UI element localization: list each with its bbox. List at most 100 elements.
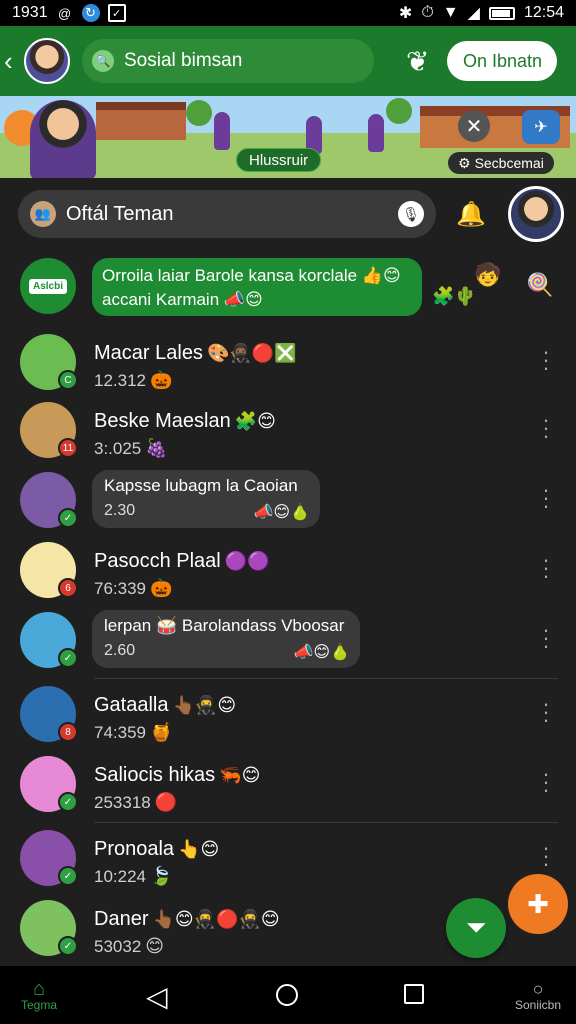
more-options-icon[interactable]: · · · (540, 619, 552, 657)
chat-name: Gataalla (94, 694, 169, 716)
status-time-right: 12:54 (523, 4, 564, 21)
chat-sub-emoji: 🎃 (150, 370, 173, 390)
filter-fab-button[interactable]: ⏷ (446, 898, 506, 958)
chat-emoji: 🎨🥷🏾🔴❎ (206, 343, 297, 363)
friend-search-row: 👥 Oftál Teman 🎙 🔔 (0, 178, 576, 250)
chat-list: Aslcbi Orroila laiar Barole kansa korcla… (0, 250, 576, 966)
more-options-icon[interactable]: · · · (540, 837, 552, 875)
pinned-line2: accani Karmain (102, 290, 220, 309)
banner-tag[interactable]: ⚙ Secbcemai (448, 152, 554, 174)
sticker-icon: 🧩🌵 (432, 286, 477, 306)
nav-settings-label: Soniicbn (514, 998, 562, 1012)
profile-avatar[interactable] (24, 38, 70, 84)
group-logo: Aslcbi (20, 258, 76, 314)
online-button[interactable]: On Ibnatn (447, 41, 558, 81)
battery-icon (488, 6, 515, 20)
chat-row[interactable]: ✓ lerpan 🥁 Barolandass Vboosar 2.60 📣😊🍐 … (0, 606, 576, 678)
chat-row[interactable]: 6 Pasocch Plaal 🟣🟣 76:339 🎃 · · · (0, 536, 576, 608)
thumbs-up-emoji: 👍😊 (361, 266, 401, 285)
back-icon[interactable]: ‹ (4, 46, 24, 77)
app-notification-icon: ↻ (81, 4, 100, 22)
share-icon[interactable]: ✈ (522, 110, 560, 144)
check-icon: ✓ (107, 4, 126, 22)
chat-time: 53032 (94, 937, 142, 956)
chat-name: Macar Lales (94, 342, 203, 364)
status-badge: ✓ (58, 508, 78, 528)
chat-name: Pasocch Plaal (94, 550, 221, 572)
megaphone-emoji: 📣😊 (223, 290, 263, 309)
chat-row[interactable]: C Macar Lales 🎨🥷🏾🔴❎ 12.312 🎃 · · · (0, 328, 576, 400)
app-search-text: Sosial bimsan (124, 50, 243, 71)
banner-tree (386, 98, 412, 124)
status-badge: ✓ (58, 866, 78, 886)
chat-name: Beske Maeslan (94, 410, 231, 432)
pinned-line1: Orroila laiar Barole kansa korclale (102, 266, 358, 285)
bell-icon[interactable]: 🔔 (456, 200, 486, 229)
more-options-icon[interactable]: · · · (540, 763, 552, 801)
nav-back-icon[interactable]: ◁ (146, 980, 168, 1013)
chat-time: 10:224 (94, 867, 146, 886)
promo-banner[interactable]: Hlussruir ✕ ✈ ⚙ Secbcemai (0, 96, 576, 178)
chat-emoji: 👆😊 (178, 839, 220, 859)
settings-icon: ○ (532, 979, 544, 999)
banner-character (214, 112, 230, 150)
more-options-icon[interactable]: · · · (540, 549, 552, 587)
chat-name: lerpan 🥁 Barolandass Vboosar (104, 616, 345, 635)
chat-name: Kapsse lubagm la Caoian (104, 476, 298, 495)
chat-row[interactable]: ✓ Kapsse lubagm la Caoian 2.30 📣😊🍐 · · · (0, 466, 576, 538)
more-options-icon[interactable]: · · · (540, 341, 552, 379)
signal-icon: ◢ (467, 5, 480, 22)
user-avatar[interactable] (507, 186, 564, 242)
chat-sub-emoji: 🎃 (150, 578, 173, 598)
wifi-icon: ▼ (442, 4, 459, 21)
pinned-group-row[interactable]: Aslcbi Orroila laiar Barole kansa korcla… (0, 250, 576, 322)
banner-label[interactable]: Hlussruir (236, 148, 322, 172)
nav-home-circle-icon[interactable] (276, 984, 298, 1006)
gear-icon: ⚙ (458, 154, 471, 171)
status-badge: C (58, 370, 78, 390)
chat-row[interactable]: 8 Gataalla 👆🏾🥷😊 74:359 🍯 · · · (0, 680, 576, 752)
mic-icon[interactable]: 🎙 (398, 201, 424, 227)
banner-tree (186, 100, 212, 126)
app-search-field[interactable]: 🔍 Sosial bimsan (82, 39, 374, 83)
banner-character (368, 114, 384, 152)
divider (94, 678, 558, 679)
chat-row[interactable]: ✓ Saliocis hikas 🦐😊 253318 🔴 · · · (0, 750, 576, 822)
chat-name: Saliocis hikas (94, 764, 216, 786)
more-options-icon[interactable]: · · · (540, 479, 552, 517)
chat-emoji: 🧩😊 (234, 411, 276, 431)
more-options-icon[interactable]: · · · (540, 409, 552, 447)
status-badge: ✓ (58, 648, 78, 668)
chat-row[interactable]: ✓ Pronoala 👆😊 10:224 🍃 · · · (0, 824, 576, 896)
message-bubble[interactable]: Kapsse lubagm la Caoian 2.30 📣😊🍐 (92, 470, 320, 528)
nav-settings[interactable]: ○ Soniicbn (508, 980, 568, 1012)
banner-house-left (96, 102, 186, 140)
chat-time: 74:359 (94, 723, 146, 742)
chat-row[interactable]: 11 Beske Maeslan 🧩😊 3:.025 🍇 · · · (0, 396, 576, 468)
pinned-message-bubble[interactable]: Orroila laiar Barole kansa korclale 👍😊 a… (92, 258, 422, 316)
chat-emoji: 📣😊🍐 (293, 644, 350, 661)
chat-sub-emoji: 🍃 (150, 866, 173, 886)
more-options-icon[interactable]: · · · (540, 693, 552, 731)
status-bar: 1931 @ ↻ ✓ ✱ ⏱ ▼ ◢ 12:54 (0, 0, 576, 26)
friend-search-placeholder: Oftál Teman (66, 202, 174, 225)
message-bubble[interactable]: lerpan 🥁 Barolandass Vboosar 2.60 📣😊🍐 (92, 610, 360, 668)
candy-sticker-icon: 🍭 (526, 272, 554, 297)
friends-icon: 👥 (30, 201, 56, 227)
status-badge: 6 (58, 578, 78, 598)
nav-recents-icon[interactable] (404, 984, 424, 1004)
leaf-icon[interactable]: ❦ (406, 45, 429, 78)
chat-emoji: 🦐😊 (219, 765, 261, 785)
controller-icon: ✚ (527, 888, 549, 919)
status-badge: ✓ (58, 792, 78, 812)
chat-name: Daner (94, 908, 149, 930)
home-icon: ⌂ (32, 978, 46, 1000)
status-badge: 11 (58, 438, 78, 458)
close-icon[interactable]: ✕ (458, 110, 490, 142)
chat-time: 3:.025 (94, 439, 142, 458)
game-fab-button[interactable]: ✚ (508, 874, 568, 934)
nav-home[interactable]: ⌂ Tegma (14, 978, 64, 1012)
friend-search-input[interactable]: 👥 Oftál Teman 🎙 (18, 190, 436, 238)
chat-emoji: 📣😊🍐 (253, 504, 310, 521)
banner-tag-text: Secbcemai (474, 155, 544, 171)
